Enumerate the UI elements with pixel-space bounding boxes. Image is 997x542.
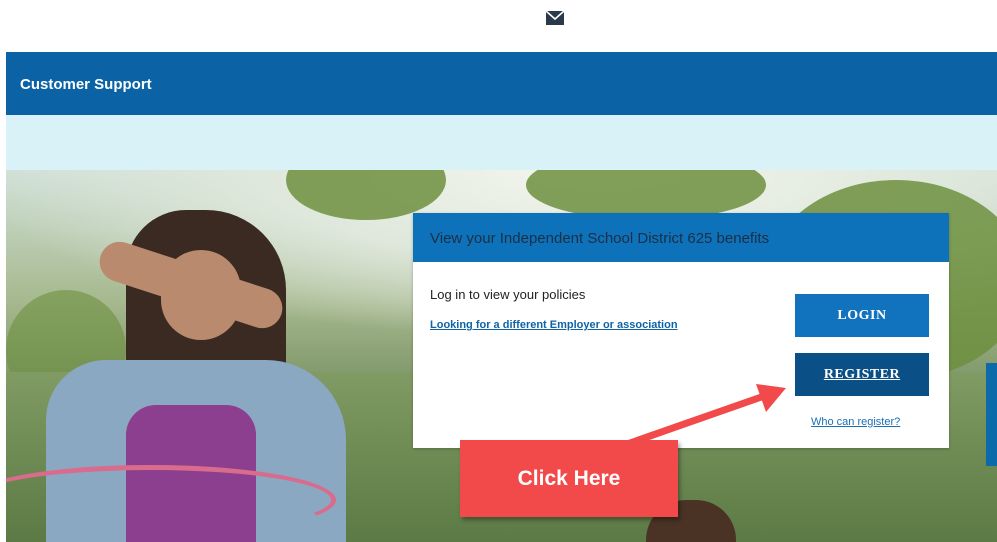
customer-support-link[interactable]: Customer Support [20,76,152,93]
login-intro-text: Log in to view your policies [430,287,586,302]
click-here-callout: Click Here [460,440,678,517]
top-bar [0,0,997,52]
who-can-register-link[interactable]: Who can register? [811,416,900,428]
sub-navigation-bar [6,115,997,170]
register-button[interactable]: REGISTER [795,353,929,396]
side-feedback-tab[interactable] [986,363,997,466]
login-card-header: View your Independent School District 62… [413,213,949,262]
login-card-title: View your Independent School District 62… [430,230,770,247]
different-employer-link[interactable]: Looking for a different Employer or asso… [430,319,678,331]
site-header: Customer Support [6,52,997,115]
login-button[interactable]: LOGIN [795,294,929,337]
mail-icon[interactable] [546,11,564,25]
